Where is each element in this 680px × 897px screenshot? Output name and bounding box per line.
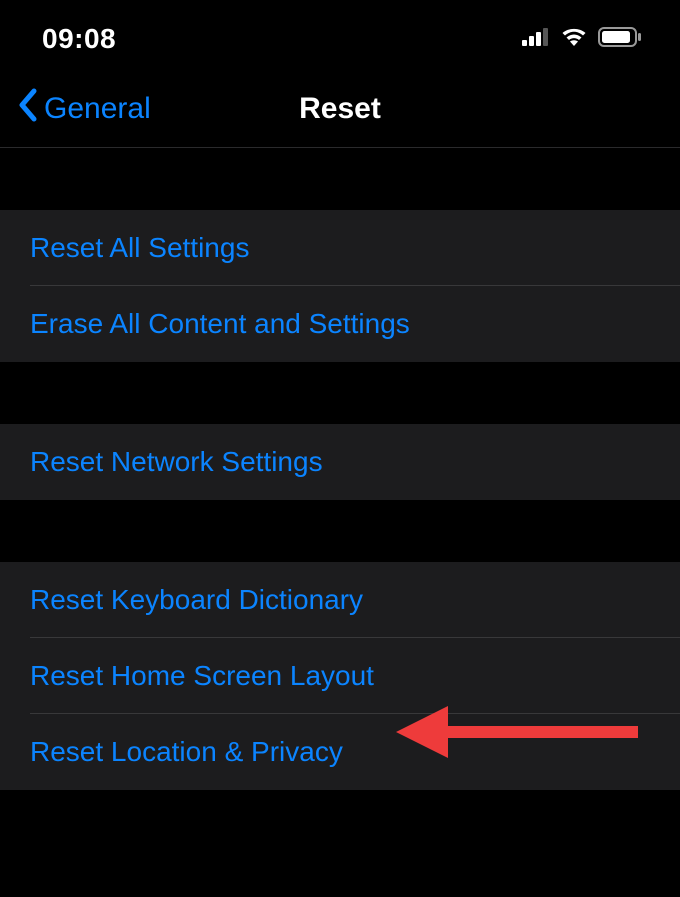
reset-all-settings[interactable]: Reset All Settings <box>0 210 680 286</box>
reset-keyboard-dictionary[interactable]: Reset Keyboard Dictionary <box>0 562 680 638</box>
list-group: Reset All Settings Erase All Content and… <box>0 210 680 362</box>
chevron-left-icon <box>18 88 38 130</box>
section-spacer <box>0 500 680 562</box>
status-time: 09:08 <box>42 23 116 55</box>
status-bar: 09:08 <box>0 0 680 70</box>
reset-location-privacy[interactable]: Reset Location & Privacy <box>0 714 680 790</box>
nav-bar: General Reset <box>0 70 680 148</box>
section-spacer <box>0 148 680 210</box>
reset-home-screen-layout[interactable]: Reset Home Screen Layout <box>0 638 680 714</box>
cellular-icon <box>522 28 550 51</box>
back-label: General <box>44 92 151 126</box>
list-group: Reset Keyboard Dictionary Reset Home Scr… <box>0 562 680 790</box>
wifi-icon <box>560 27 588 52</box>
erase-all-content-and-settings[interactable]: Erase All Content and Settings <box>0 286 680 362</box>
list-group: Reset Network Settings <box>0 424 680 500</box>
battery-icon <box>598 27 642 52</box>
back-button[interactable]: General <box>18 88 151 130</box>
status-icons <box>522 27 642 52</box>
section-spacer <box>0 362 680 424</box>
reset-network-settings[interactable]: Reset Network Settings <box>0 424 680 500</box>
